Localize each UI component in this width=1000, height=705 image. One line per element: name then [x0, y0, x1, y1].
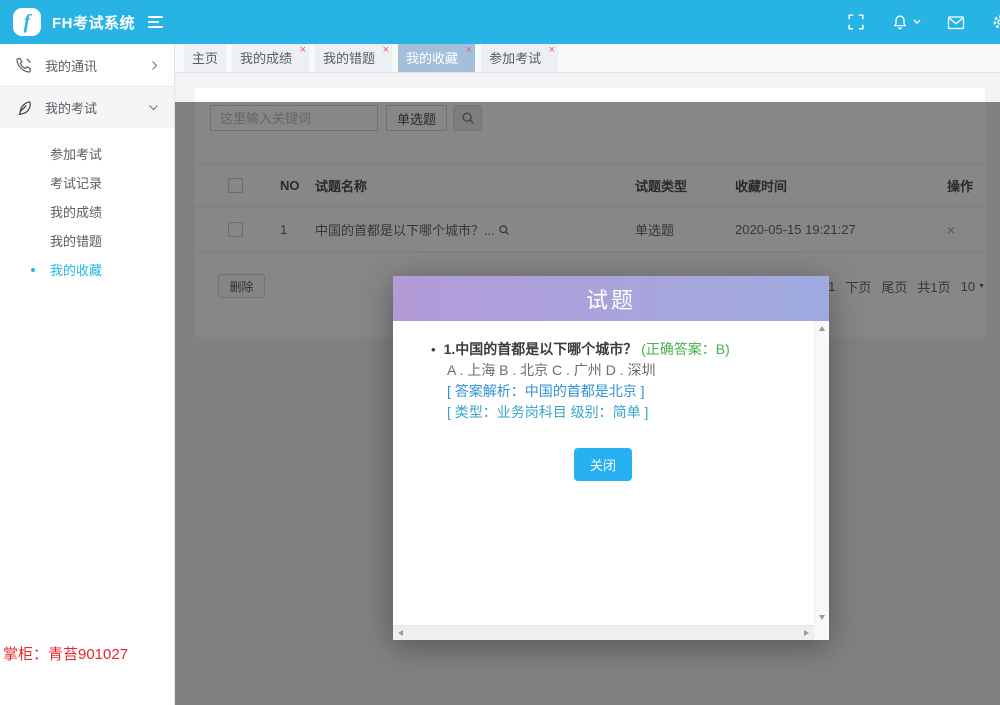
question-options: A . 上海 B . 北京 C . 广州 D . 深圳 [431, 360, 795, 381]
feather-pen-icon [15, 99, 33, 117]
app-header: f FH考试系统 [0, 0, 1000, 44]
sidebar-item-comms[interactable]: 我的通讯 [0, 44, 174, 87]
tab-label: 我的错题 [323, 51, 375, 66]
modal-body: • 1.中国的首都是以下哪个城市？ (正确答案：B) A . 上海 B . 北京 … [393, 321, 829, 640]
tab-close-icon[interactable]: × [549, 44, 555, 57]
sidebar-subitem-exam-records[interactable]: 考试记录 [0, 168, 174, 197]
modal-close-button[interactable]: 关闭 [574, 448, 632, 481]
sidebar-item-label: 我的通讯 [45, 56, 97, 75]
sidebar-item-exams[interactable]: 我的考试 [0, 87, 174, 128]
app-logo-icon: f [13, 8, 41, 36]
correct-answer-tag: (正确答案：B) [641, 341, 730, 357]
sidebar-subitem-my-scores[interactable]: 我的成绩 [0, 197, 174, 226]
phone-icon [15, 56, 33, 74]
tab-my-mistakes[interactable]: 我的错题 × [315, 44, 392, 72]
sidebar-subitem-join-exam[interactable]: 参加考试 [0, 139, 174, 168]
tab-close-icon[interactable]: × [383, 44, 389, 57]
tab-my-favorites[interactable]: 我的收藏 × [398, 44, 475, 72]
logo-letter: f [24, 12, 31, 32]
answer-analysis: [ 答案解析：中国的首都是北京 ] [431, 381, 795, 402]
vendor-note: 掌柜：青苔901027 [3, 643, 128, 664]
header-actions [847, 13, 1000, 31]
settings-gear-icon[interactable] [991, 13, 1000, 31]
tab-label: 主页 [192, 51, 218, 66]
tab-close-icon[interactable]: × [466, 44, 472, 57]
notifications-bell-icon[interactable] [891, 14, 921, 31]
scroll-left-arrow-icon[interactable] [398, 630, 403, 636]
bullet-icon: • [431, 342, 436, 357]
tab-label: 我的收藏 [406, 51, 458, 66]
sidebar-subitem-my-favorites[interactable]: 我的收藏 [0, 255, 174, 284]
tab-label: 我的成绩 [240, 51, 292, 66]
sidebar-item-label: 我的考试 [45, 98, 97, 117]
question-meta: [ 类型：业务岗科目 级别：简单 ] [431, 402, 795, 423]
tab-close-icon[interactable]: × [300, 44, 306, 57]
tab-bar: 主页 我的成绩 × 我的错题 × 我的收藏 × 参加考试 × [175, 44, 1000, 73]
menu-toggle-icon[interactable] [148, 16, 163, 28]
chevron-down-icon [148, 103, 159, 112]
messages-envelope-icon[interactable] [947, 15, 965, 30]
caret-down-icon [913, 19, 921, 25]
app-title: FH考试系统 [52, 12, 135, 33]
brand: f FH考试系统 [0, 8, 175, 36]
scroll-up-arrow-icon[interactable] [819, 326, 825, 331]
scroll-down-arrow-icon[interactable] [819, 615, 825, 620]
sidebar-subitem-my-mistakes[interactable]: 我的错题 [0, 226, 174, 255]
question-block: • 1.中国的首都是以下哪个城市？ (正确答案：B) A . 上海 B . 北京 … [431, 339, 795, 423]
tab-label: 参加考试 [489, 51, 541, 66]
vertical-scrollbar[interactable] [814, 321, 829, 625]
scrollbar-corner [814, 625, 829, 640]
scroll-right-arrow-icon[interactable] [804, 630, 809, 636]
tab-home[interactable]: 主页 [184, 44, 226, 72]
tab-join-exam[interactable]: 参加考试 × [481, 44, 558, 72]
tab-my-scores[interactable]: 我的成绩 × [232, 44, 309, 72]
chevron-right-icon [150, 60, 159, 71]
modal-header: 试题 [393, 276, 829, 321]
modal-title: 试题 [586, 283, 636, 315]
sidebar-submenu: 参加考试 考试记录 我的成绩 我的错题 我的收藏 [0, 128, 174, 284]
question-modal: 试题 • 1.中国的首都是以下哪个城市？ (正确答案：B) A . 上海 B . … [393, 276, 829, 640]
horizontal-scrollbar[interactable] [393, 625, 814, 640]
sidebar: 我的通讯 我的考试 参加考试 考试记录 我的成绩 我的错题 我的收藏 掌柜：青苔… [0, 44, 175, 705]
fullscreen-icon[interactable] [847, 13, 865, 31]
question-line: • 1.中国的首都是以下哪个城市？ (正确答案：B) [431, 339, 795, 360]
question-title: 1.中国的首都是以下哪个城市？ [444, 341, 638, 357]
